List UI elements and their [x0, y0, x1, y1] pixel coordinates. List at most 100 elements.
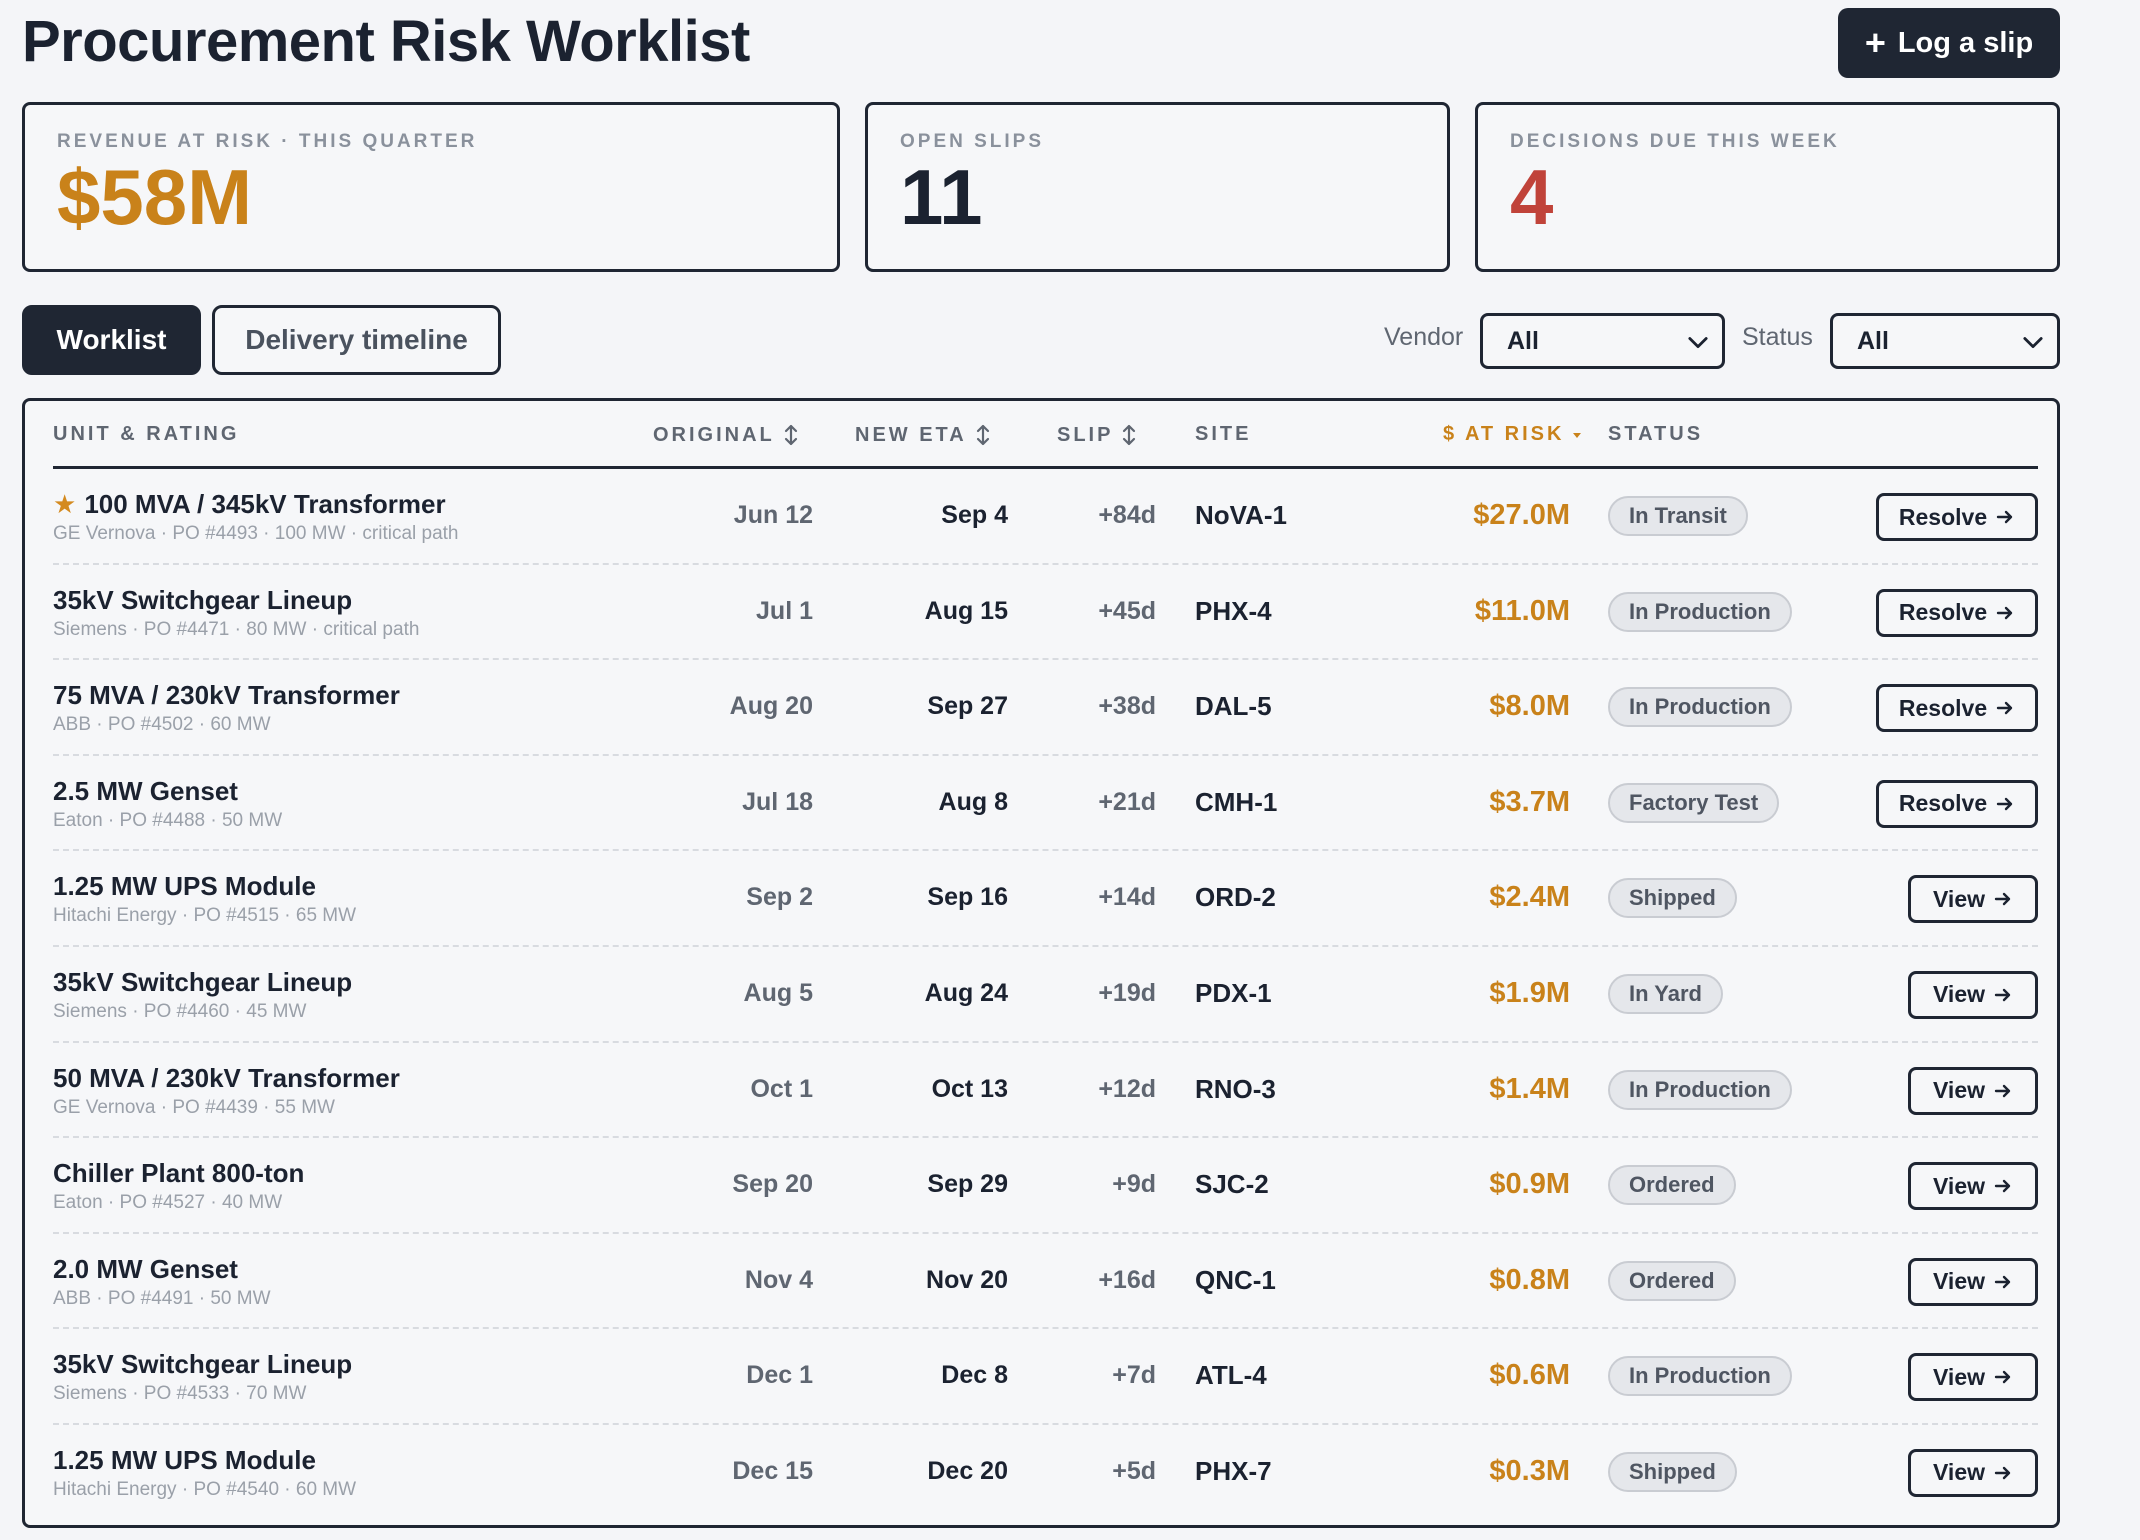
slip-days: +9d — [1112, 1170, 1156, 1199]
unit-name: 75 MVA / 230kV Transformer — [53, 680, 400, 711]
original-date: Aug 20 — [729, 692, 813, 721]
status-badge: In Transit — [1608, 496, 1748, 536]
site-code: ATL-4 — [1195, 1360, 1267, 1391]
column-header-label: SLIP — [1057, 423, 1114, 446]
kpi-card-decisions-due: DECISIONS DUE THIS WEEK 4 — [1475, 102, 2060, 272]
table-row[interactable]: 35kV Switchgear Lineup Siemens · PO #446… — [53, 947, 2038, 1043]
toolbar: Worklist Delivery timeline Vendor All St… — [22, 305, 2060, 375]
unit-name: Chiller Plant 800-ton — [53, 1158, 304, 1189]
unit-name: 2.0 MW Genset — [53, 1254, 238, 1285]
column-header-status[interactable]: STATUS — [1608, 423, 1703, 446]
action-label: View — [1933, 1459, 1985, 1486]
unit-title: 100 MVA / 345kV Transformer — [84, 489, 446, 519]
unit-meta: GE Vernova · PO #4493 · 100 MW · critica… — [53, 523, 459, 544]
view-button[interactable]: View — [1908, 1448, 2038, 1497]
table-row[interactable]: 50 MVA / 230kV Transformer GE Vernova · … — [53, 1043, 2038, 1139]
unit-meta: Hitachi Energy · PO #4515 · 65 MW — [53, 905, 357, 927]
unit-title: 1.25 MW UPS Module — [53, 1444, 316, 1475]
unit-title: Chiller Plant 800-ton — [53, 1158, 305, 1189]
view-button[interactable]: View — [1908, 1353, 2038, 1402]
at-risk-amount: $0.6M — [1489, 1359, 1570, 1392]
tab-delivery-timeline[interactable]: Delivery timeline — [212, 305, 501, 375]
original-date: Jun 12 — [733, 501, 813, 529]
table-row[interactable]: 2.0 MW Genset ABB · PO #4491 · 50 MW Nov… — [53, 1234, 2038, 1330]
unit-name: 1.25 MW UPS Module — [53, 1445, 316, 1476]
site-code: PHX-7 — [1195, 1455, 1272, 1486]
table-row[interactable]: ★ 100 MVA / 345kV Transformer GE Vernova… — [53, 469, 2038, 565]
view-button[interactable]: View — [1908, 1066, 2038, 1115]
resolve-button[interactable]: Resolve — [1876, 493, 2038, 541]
at-risk-amount: $0.8M — [1489, 1263, 1570, 1296]
unit-meta: ABB · PO #4491 · 50 MW — [53, 1287, 271, 1309]
at-risk-amount: $1.9M — [1489, 976, 1570, 1009]
resolve-button[interactable]: Resolve — [1876, 588, 2038, 637]
table-row[interactable]: 1.25 MW UPS Module Hitachi Energy · PO #… — [53, 851, 2038, 947]
site-code: CMH-1 — [1195, 786, 1278, 817]
table-body: ★ 100 MVA / 345kV Transformer GE Vernova… — [53, 469, 2038, 1521]
column-header-slip[interactable]: SLIP — [1057, 423, 1137, 447]
at-risk-amount: $27.0M — [1473, 499, 1570, 531]
action-label: Resolve — [1898, 694, 1988, 721]
tab-worklist[interactable]: Worklist — [22, 305, 201, 375]
column-header-label: SITE — [1195, 423, 1252, 445]
resolve-button[interactable]: Resolve — [1876, 779, 2038, 828]
action-label: View — [1933, 1363, 1985, 1390]
at-risk-amount: $3.7M — [1489, 785, 1570, 818]
site-code: NoVA-1 — [1195, 500, 1287, 530]
kpi-label: REVENUE AT RISK · THIS QUARTER — [57, 131, 478, 152]
action-label: View — [1933, 1077, 1985, 1104]
status-badge: Factory Test — [1608, 782, 1780, 823]
column-header-original[interactable]: ORIGINAL — [653, 423, 799, 447]
at-risk-amount: $8.0M — [1489, 690, 1570, 723]
view-button[interactable]: View — [1908, 1257, 2038, 1306]
worklist-table: UNIT & RATING ORIGINAL NEW ETA SLIP SITE… — [22, 398, 2060, 1528]
slip-days: +12d — [1098, 1074, 1156, 1103]
unit-meta: Siemens · PO #4460 · 45 MW — [53, 1000, 307, 1022]
table-row[interactable]: 75 MVA / 230kV Transformer ABB · PO #450… — [53, 660, 2038, 756]
arrow-right-icon — [1996, 510, 2013, 524]
table-row[interactable]: 1.25 MW UPS Module Hitachi Energy · PO #… — [53, 1425, 2038, 1521]
unit-name: 2.5 MW Genset — [53, 776, 238, 807]
arrow-right-icon — [1996, 606, 2013, 619]
view-button[interactable]: View — [1908, 1162, 2038, 1211]
kpi-value-revenue: $58M — [57, 153, 253, 241]
unit-title: 2.5 MW Genset — [53, 775, 238, 806]
new-eta-date: Oct 13 — [931, 1074, 1008, 1103]
table-row[interactable]: 2.5 MW Genset Eaton · PO #4488 · 50 MW J… — [53, 756, 2038, 852]
table-row[interactable]: 35kV Switchgear Lineup Siemens · PO #447… — [53, 565, 2038, 661]
new-eta-date: Dec 8 — [941, 1361, 1008, 1390]
site-code: ORD-2 — [1195, 882, 1276, 913]
view-button[interactable]: View — [1908, 875, 2038, 924]
site-code: PHX-4 — [1195, 595, 1272, 626]
table-row[interactable]: Chiller Plant 800-ton Eaton · PO #4527 ·… — [53, 1138, 2038, 1234]
log-slip-button[interactable]: + Log a slip — [1838, 8, 2060, 78]
unit-title: 35kV Switchgear Lineup — [53, 966, 353, 997]
column-header-site[interactable]: SITE — [1195, 423, 1251, 446]
view-button[interactable]: View — [1908, 970, 2038, 1019]
arrow-right-icon — [1994, 1275, 2011, 1288]
at-risk-amount: $2.4M — [1489, 881, 1570, 914]
table-row[interactable]: 35kV Switchgear Lineup Siemens · PO #453… — [53, 1329, 2038, 1425]
arrow-right-icon — [1996, 701, 2013, 715]
column-header-unit[interactable]: UNIT & RATING — [53, 423, 239, 446]
original-date: Oct 1 — [750, 1074, 813, 1103]
original-date: Sep 20 — [732, 1170, 813, 1199]
status-badge: In Yard — [1608, 973, 1723, 1014]
slip-days: +38d — [1098, 692, 1156, 721]
new-eta-date: Aug 15 — [924, 596, 1008, 625]
status-select[interactable]: All — [1830, 313, 2060, 369]
action-label: View — [1933, 981, 1985, 1008]
slip-days: +84d — [1098, 501, 1156, 529]
new-eta-date: Sep 27 — [927, 692, 1008, 721]
status-badge: In Production — [1608, 591, 1792, 632]
page-title: Procurement Risk Worklist — [22, 9, 750, 74]
unit-name: 35kV Switchgear Lineup — [53, 1349, 352, 1380]
at-risk-amount: $0.9M — [1489, 1168, 1570, 1201]
column-header-at-risk[interactable]: $ AT RISK — [1443, 423, 1582, 446]
column-header-label: $ AT RISK — [1443, 423, 1565, 445]
at-risk-amount: $11.0M — [1474, 594, 1570, 627]
original-date: Jul 1 — [756, 596, 813, 625]
resolve-button[interactable]: Resolve — [1876, 684, 2038, 733]
column-header-new-eta[interactable]: NEW ETA — [855, 423, 991, 447]
vendor-select[interactable]: All — [1480, 313, 1725, 369]
